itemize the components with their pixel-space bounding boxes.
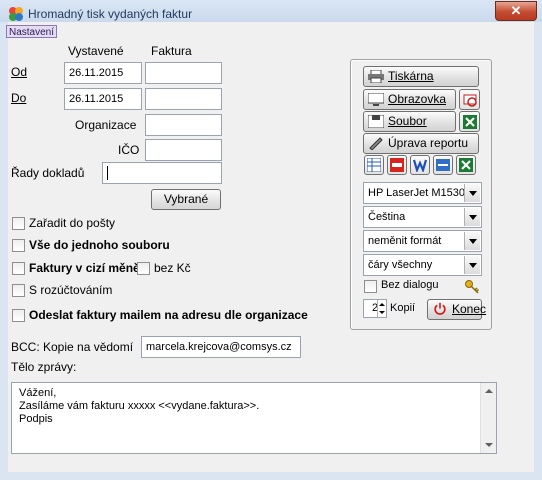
spreadsheet-export-button[interactable] bbox=[364, 155, 384, 175]
tiskarna-button[interactable]: Tiskárna bbox=[363, 66, 479, 87]
keys-icon[interactable] bbox=[464, 279, 480, 295]
label-do: Do bbox=[11, 91, 27, 105]
zaradit-checkbox[interactable] bbox=[12, 217, 25, 230]
label-od: Od bbox=[11, 65, 28, 79]
odeslat-checkbox[interactable] bbox=[12, 309, 25, 322]
message-body-textarea[interactable]: Vážení, Zasíláme vám fakturu xxxxx <<vyd… bbox=[11, 382, 497, 454]
vybrane-button[interactable]: Vybrané bbox=[151, 189, 221, 210]
od-faktura-field[interactable] bbox=[145, 62, 222, 84]
excel-icon bbox=[459, 158, 473, 172]
language-select[interactable]: Čeština bbox=[363, 206, 482, 228]
power-icon bbox=[434, 302, 446, 315]
header-vystavene: Vystavené bbox=[68, 44, 124, 58]
window-title: Hromadný tisk vydaných faktur bbox=[28, 7, 193, 21]
vse-jeden-checkbox[interactable] bbox=[12, 239, 25, 252]
file-icon bbox=[368, 115, 384, 128]
spin-up-icon[interactable] bbox=[379, 303, 385, 306]
html-export-button[interactable] bbox=[433, 155, 453, 175]
text-cursor bbox=[107, 166, 108, 181]
copies-spinner[interactable] bbox=[377, 300, 386, 317]
od-vystavene-field[interactable]: 26.11.2015 bbox=[64, 62, 142, 84]
message-line: Vážení, bbox=[19, 387, 57, 399]
label-ico: IČO bbox=[118, 143, 140, 157]
message-line: Podpis bbox=[19, 413, 53, 425]
spreadsheet-icon bbox=[367, 158, 381, 172]
spin-down-icon[interactable] bbox=[379, 311, 385, 314]
obrazovka-button[interactable]: Obrazovka bbox=[363, 89, 456, 110]
printer-select[interactable]: HP LaserJet M1530 bbox=[363, 182, 482, 204]
do-vystavene-field[interactable]: 26.11.2015 bbox=[64, 88, 142, 110]
pdf-export-button[interactable] bbox=[387, 155, 407, 175]
format-select-value: neměnit formát bbox=[368, 235, 442, 247]
word-export-button[interactable] bbox=[410, 155, 430, 175]
app-icon bbox=[9, 7, 23, 21]
printer-icon bbox=[368, 70, 384, 83]
pdf-icon bbox=[390, 158, 404, 172]
soubor-button[interactable]: Soubor bbox=[363, 111, 456, 132]
rady-field[interactable] bbox=[102, 162, 222, 184]
header-faktura: Faktura bbox=[151, 44, 192, 58]
label-organizace: Organizace bbox=[75, 118, 137, 132]
chevron-down-icon[interactable] bbox=[464, 184, 480, 202]
uprava-label: Úprava reportu bbox=[388, 136, 469, 150]
chevron-down-icon[interactable] bbox=[464, 256, 480, 274]
ico-field[interactable] bbox=[145, 139, 222, 161]
bez-kc-checkbox[interactable] bbox=[137, 262, 150, 275]
excel-button[interactable] bbox=[459, 111, 480, 132]
cizi-mena-checkbox[interactable] bbox=[12, 262, 25, 275]
message-line: Zasíláme vám fakturu xxxxx <<vydane.fakt… bbox=[19, 400, 260, 412]
telo-label: Tělo zprávy: bbox=[11, 360, 77, 374]
zaradit-label: Zařadit do pošty bbox=[29, 216, 116, 230]
konec-button[interactable]: Konec bbox=[427, 299, 486, 320]
bcc-label: BCC: Kopie na vědomí bbox=[11, 340, 134, 354]
edit-report-icon bbox=[369, 137, 383, 150]
konec-label: Konec bbox=[452, 302, 487, 316]
bez-dialogu-checkbox[interactable] bbox=[364, 280, 377, 293]
scroll-up-icon[interactable] bbox=[485, 389, 493, 393]
language-select-value: Čeština bbox=[368, 211, 406, 223]
label-rady: Řady dokladů bbox=[11, 166, 85, 180]
word-icon bbox=[413, 159, 427, 172]
cizi-mena-label: Faktury v cizí měně bbox=[29, 261, 140, 275]
rozuctovani-checkbox[interactable] bbox=[12, 284, 25, 297]
bez-kc-label: bez Kč bbox=[154, 261, 191, 275]
lines-select[interactable]: čáry všechny bbox=[363, 254, 482, 276]
vse-jeden-label: Vše do jednoho souboru bbox=[29, 238, 170, 252]
rozuctovani-label: S rozúčtováním bbox=[29, 283, 113, 297]
email-icon bbox=[463, 94, 477, 107]
do-faktura-field[interactable] bbox=[145, 88, 222, 110]
excel-export-button[interactable] bbox=[456, 155, 476, 175]
chevron-down-icon[interactable] bbox=[464, 232, 480, 250]
uprava-reportu-button[interactable]: Úprava reportu bbox=[363, 133, 479, 154]
lines-select-value: čáry všechny bbox=[368, 259, 433, 271]
copies-label: Kopií bbox=[390, 302, 416, 314]
odeslat-label: Odeslat faktury mailem na adresu dle org… bbox=[29, 308, 308, 322]
scroll-down-icon[interactable] bbox=[485, 443, 493, 447]
email-button[interactable] bbox=[459, 89, 480, 110]
organizace-field[interactable] bbox=[145, 114, 222, 136]
tiskarna-label: Tiskárna bbox=[388, 69, 434, 83]
close-button[interactable]: ✕ bbox=[495, 1, 537, 21]
screen-icon bbox=[368, 93, 384, 106]
format-select[interactable]: neměnit formát bbox=[363, 230, 482, 252]
obrazovka-label: Obrazovka bbox=[388, 92, 447, 106]
soubor-label: Soubor bbox=[388, 114, 427, 128]
menu-nastaveni[interactable]: Nastavení bbox=[6, 25, 58, 38]
excel-icon bbox=[463, 115, 477, 129]
chevron-down-icon[interactable] bbox=[464, 208, 480, 226]
message-scrollbar[interactable] bbox=[480, 383, 496, 453]
bcc-field[interactable]: marcela.krejcova@comsys.cz bbox=[141, 336, 301, 358]
html-icon bbox=[436, 159, 450, 171]
printer-select-value: HP LaserJet M1530 bbox=[368, 187, 466, 199]
bez-dialogu-label: Bez dialogu bbox=[381, 279, 439, 291]
